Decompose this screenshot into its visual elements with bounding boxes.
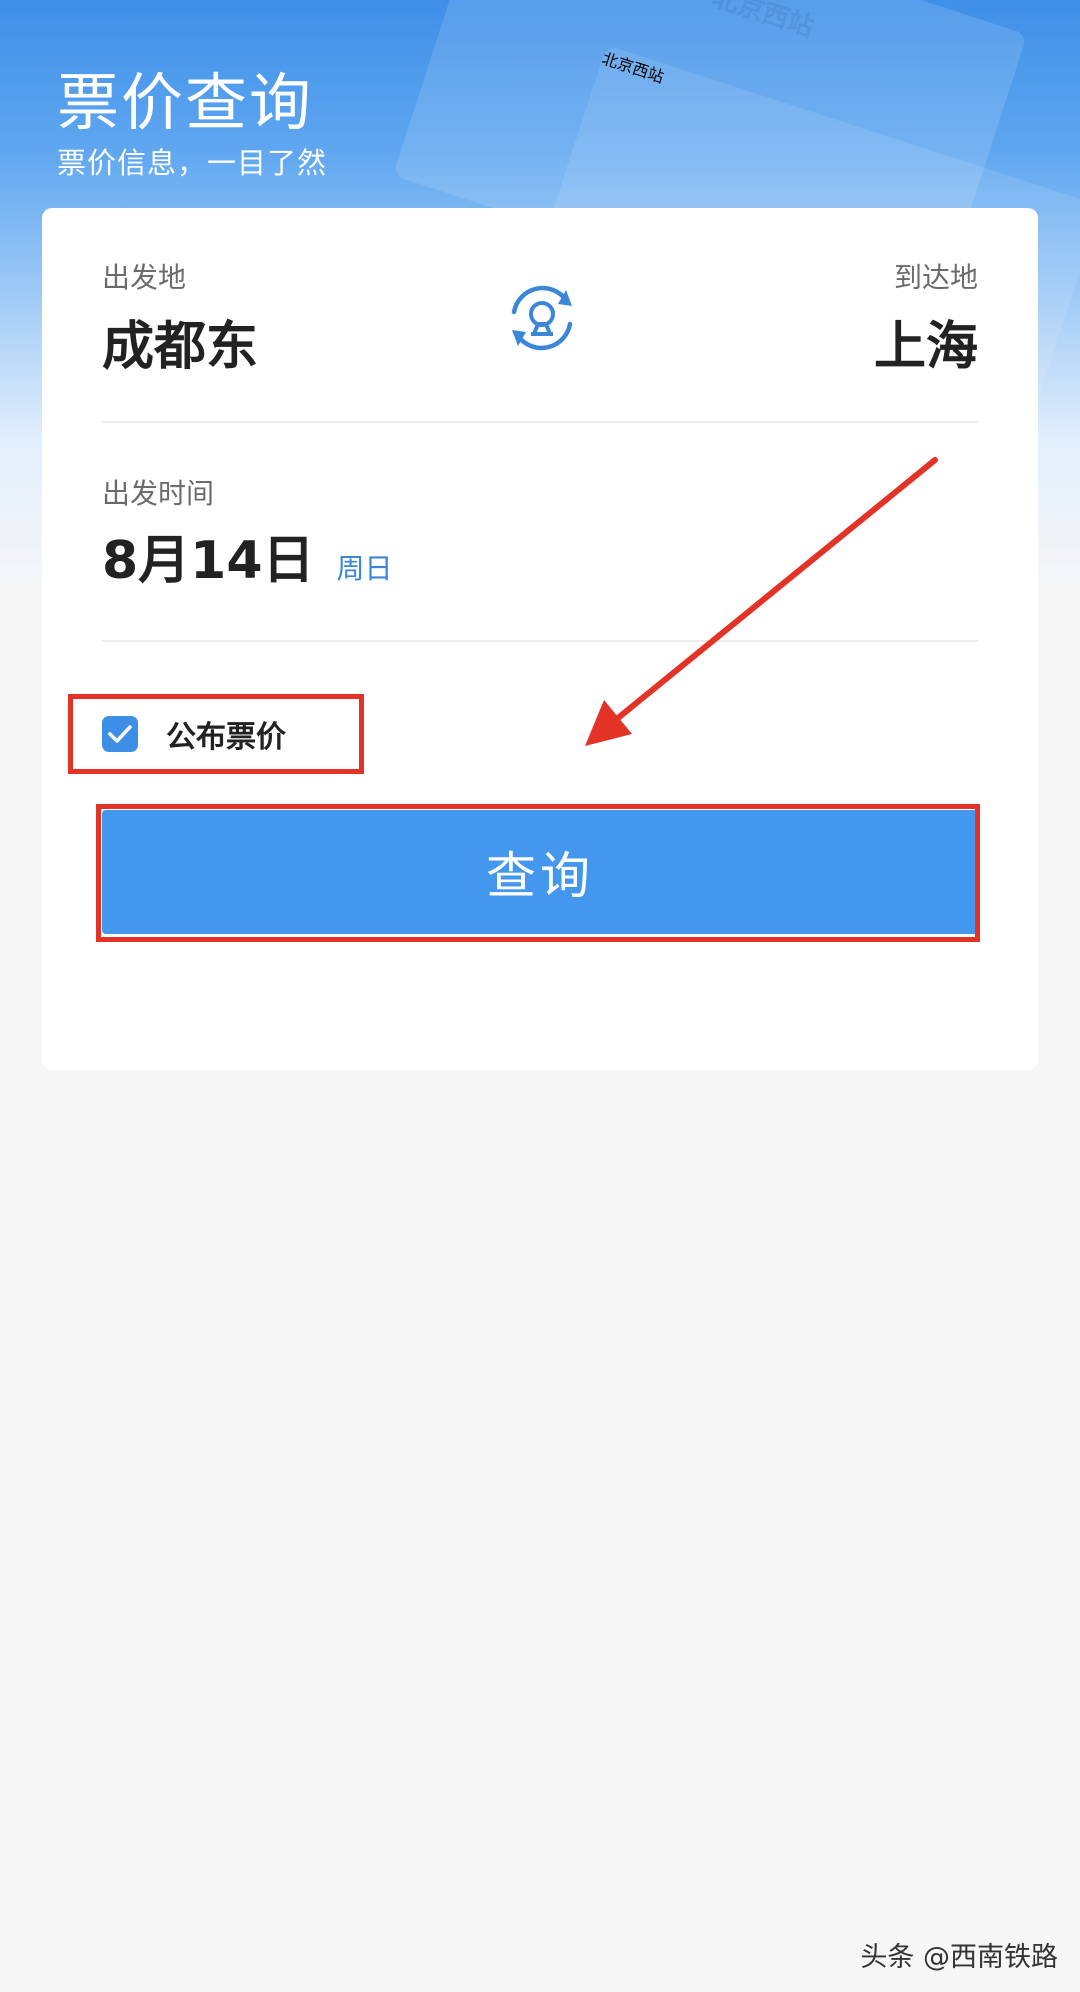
departure-date-field[interactable]: 8月14日 周日 — [102, 518, 393, 593]
railway-swap-icon — [511, 285, 573, 351]
from-label: 出发地 — [102, 261, 187, 294]
checkmark-icon — [108, 725, 132, 743]
to-station[interactable]: 上海 — [874, 304, 978, 379]
query-card: 出发地 成都东 到达地 上海 出发时间 8月14日 周日 公布票价 查询 — [42, 208, 1038, 1070]
departure-time-label: 出发时间 — [102, 477, 215, 510]
published-fare-checkbox-row[interactable]: 公布票价 — [102, 712, 286, 756]
divider — [102, 640, 978, 642]
divider — [102, 421, 978, 423]
page-title: 票价查询 — [57, 66, 314, 139]
from-station[interactable]: 成都东 — [102, 304, 258, 379]
departure-weekday: 周日 — [336, 552, 393, 585]
page-subtitle: 票价信息，一目了然 — [57, 146, 328, 180]
page: 北京西站 北京西站 票价查询 票价信息，一目了然 出发地 成都东 到达地 上海 … — [0, 0, 1080, 1992]
decoration-text: 北京西站 — [708, 0, 818, 44]
departure-date: 8月14日 — [102, 531, 315, 591]
watermark: 头条 @西南铁路 — [860, 1942, 1058, 1973]
to-label: 到达地 — [893, 261, 978, 294]
query-button[interactable]: 查询 — [102, 810, 978, 934]
published-fare-label: 公布票价 — [166, 720, 286, 755]
published-fare-checkbox[interactable] — [102, 716, 138, 752]
swap-stations-button[interactable] — [502, 278, 582, 358]
